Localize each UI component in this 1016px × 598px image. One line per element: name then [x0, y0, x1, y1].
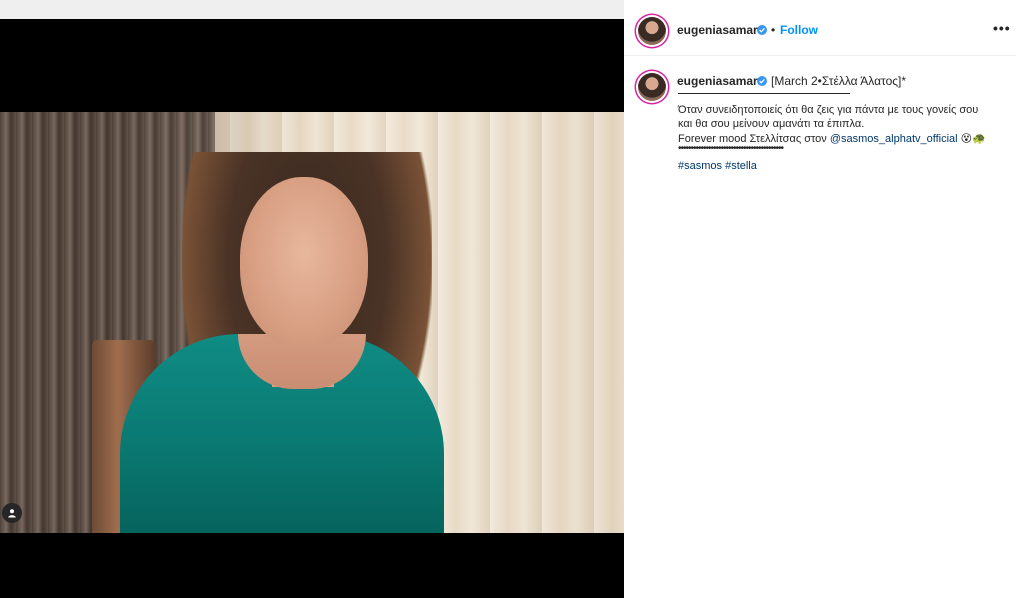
hashtag-links[interactable]: #sasmos #stella	[678, 160, 757, 172]
post-photo[interactable]	[0, 112, 624, 533]
post-media[interactable]	[0, 19, 624, 598]
caption-verified-badge-icon	[757, 76, 767, 86]
more-options-icon[interactable]: •••	[993, 20, 1011, 36]
caption-dots: ••••••••••••••••••••••••••••••••••••••••…	[678, 145, 784, 154]
caption-line-1: Όταν συνειδητοποιείς ότι θα ζεις για πάν…	[678, 104, 979, 116]
follow-button[interactable]: Follow	[780, 23, 818, 37]
verified-badge-icon	[757, 25, 767, 35]
photo-face	[240, 177, 368, 347]
caption-underline	[678, 93, 850, 94]
caption-line-3-text: Forever mood Στελλίτσας στον	[678, 133, 830, 145]
post-side-panel: eugeniasamara • Follow ••• eugeniasamara…	[624, 0, 1016, 598]
caption-username[interactable]: eugeniasamara	[677, 74, 764, 88]
caption-emoji: 😵🐢	[960, 133, 986, 145]
caption-first-line: [March 2•Στέλλα Άλατος]*	[771, 74, 907, 88]
caption-line-3: Forever mood Στελλίτσας στον @sasmos_alp…	[678, 132, 986, 145]
header-separator: •	[771, 23, 776, 37]
caption-line-2: και θα σου μείνουν αμανάτι τα έπιπλα.	[678, 118, 865, 130]
mention-link[interactable]: @sasmos_alphatv_official	[830, 133, 958, 145]
author-avatar[interactable]	[638, 17, 666, 45]
caption-avatar[interactable]	[638, 73, 666, 101]
post-header: eugeniasamara • Follow •••	[624, 0, 1016, 56]
header-username[interactable]: eugeniasamara	[677, 23, 764, 37]
user-tag-icon[interactable]	[2, 503, 22, 523]
